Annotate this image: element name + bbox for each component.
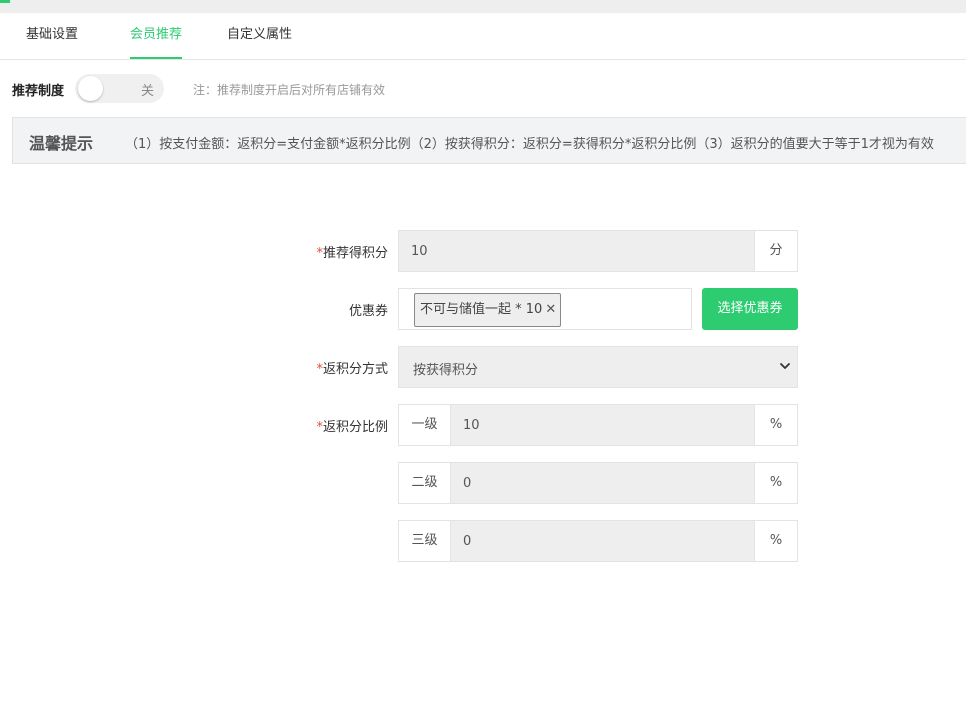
ratio-label: *返积分比例 [316, 416, 388, 435]
method-row: *返积分方式 按获得积分 [0, 346, 966, 388]
select-coupon-button[interactable]: 选择优惠券 [702, 288, 798, 330]
method-label: *返积分方式 [316, 358, 388, 377]
coupon-field[interactable]: 不可与储值一起 * 10 ✕ [398, 288, 692, 330]
ratio-level-2-name: 二级 [399, 463, 451, 503]
points-unit: 分 [754, 231, 797, 271]
ratio-row-level-3: 三级 % [0, 520, 966, 562]
ratio-level-2-input[interactable] [451, 463, 754, 503]
ratio-level-3-input[interactable] [451, 521, 754, 561]
points-label: *推荐得积分 [316, 242, 388, 261]
coupon-tag-text: 不可与储值一起 * 10 [420, 302, 543, 317]
ratio-level-3-unit: % [754, 521, 797, 561]
tab-basic-settings[interactable]: 基础设置 [26, 13, 78, 59]
method-select[interactable]: 按获得积分 [398, 346, 798, 388]
ratio-level-2-group: 二级 % [398, 462, 798, 504]
coupon-tag: 不可与储值一起 * 10 ✕ [414, 293, 562, 327]
recommend-switch-label: 推荐制度 [12, 84, 65, 99]
recommend-note: 注：推荐制度开启后对所有店铺有效 [193, 83, 386, 97]
tab-bar: 基础设置 会员推荐 自定义属性 [0, 13, 966, 60]
ratio-row-level-2: 二级 % [0, 462, 966, 504]
toggle-state-text: 关 [140, 84, 154, 99]
top-accent [0, 0, 10, 3]
ratio-level-1-input[interactable] [451, 405, 754, 445]
ratio-label-text: 返积分比例 [322, 420, 388, 435]
top-strip [0, 0, 966, 13]
tip-title: 温馨提示 [29, 134, 94, 153]
points-label-text: 推荐得积分 [322, 246, 388, 261]
close-icon[interactable]: ✕ [545, 302, 556, 317]
tab-custom-attributes[interactable]: 自定义属性 [227, 13, 292, 59]
ratio-level-2-unit: % [754, 463, 797, 503]
ratio-row-level-1: *返积分比例 一级 % [0, 404, 966, 446]
tab-member-recommend[interactable]: 会员推荐 [130, 13, 183, 59]
recommend-toggle[interactable]: 关 [75, 74, 164, 103]
ratio-level-1-group: 一级 % [398, 404, 798, 446]
chevron-down-icon [780, 363, 790, 369]
method-label-text: 返积分方式 [322, 362, 388, 377]
ratio-level-1-name: 一级 [399, 405, 451, 445]
coupon-label: 优惠券 [348, 304, 388, 319]
coupon-row: 优惠券 不可与储值一起 * 10 ✕ 选择优惠券 [0, 288, 966, 330]
tip-box: 温馨提示 （1）按支付金额：返积分=支付金额*返积分比例（2）按获得积分：返积分… [12, 117, 966, 164]
ratio-level-3-name: 三级 [399, 521, 451, 561]
points-row: *推荐得积分 分 [0, 230, 966, 272]
recommend-switch-row: 推荐制度 关 注：推荐制度开启后对所有店铺有效 [12, 74, 612, 104]
tip-text: （1）按支付金额：返积分=支付金额*返积分比例（2）按获得积分：返积分=获得积分… [125, 137, 934, 152]
points-input-group: 分 [398, 230, 798, 272]
points-input[interactable] [399, 231, 754, 271]
toggle-knob [78, 76, 103, 101]
ratio-level-3-group: 三级 % [398, 520, 798, 562]
method-selected-value: 按获得积分 [413, 363, 479, 378]
ratio-level-1-unit: % [754, 405, 797, 445]
